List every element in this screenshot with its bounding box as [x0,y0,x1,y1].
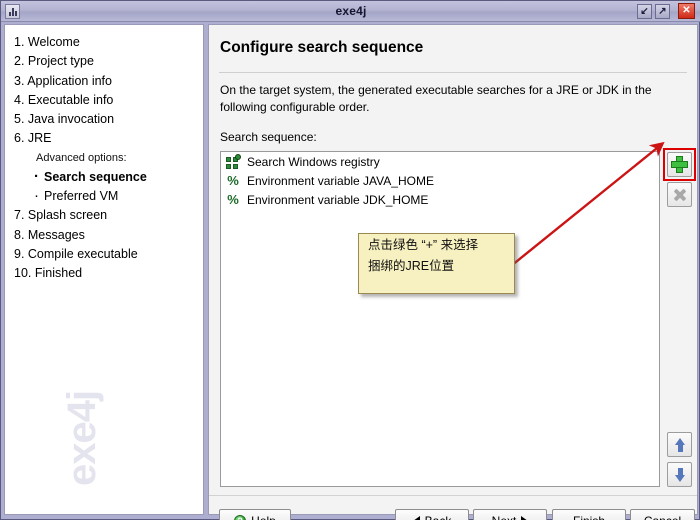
back-button-label: Back [425,514,452,520]
list-item-label: Environment variable JDK_HOME [247,192,429,207]
list-item[interactable]: % Environment variable JDK_HOME [221,190,659,209]
sidebar-item-project-type[interactable]: 2. Project type [14,52,199,71]
help-button[interactable]: ? Help [219,509,291,520]
window-title: exe4j [335,4,367,18]
list-item-label: Environment variable JAVA_HOME [247,173,434,188]
wizard-step-list: 1. Welcome 2. Project type 3. Applicatio… [14,33,199,284]
sidebar-item-executable-info[interactable]: 4. Executable info [14,91,199,110]
wizard-sidebar: 1. Welcome 2. Project type 3. Applicatio… [4,24,204,515]
gray-x-icon [672,187,687,202]
sidebar-item-messages[interactable]: 8. Messages [14,226,199,245]
sidebar-advanced-options-heading: Advanced options: [36,151,127,164]
resize-grip[interactable] [683,505,695,517]
move-up-button[interactable] [667,432,692,457]
chevron-right-icon [521,515,529,520]
search-sequence-list[interactable]: Search Windows registry % Environment va… [220,151,660,487]
title-divider [219,72,687,73]
green-plus-icon [671,156,688,173]
intro-text: On the target system, the generated exec… [220,83,652,114]
list-item[interactable]: % Environment variable JAVA_HOME [221,171,659,190]
blue-arrow-down-icon [675,467,685,483]
finish-button[interactable]: Finish [552,509,626,520]
sidebar-item-preferred-vm[interactable]: Preferred VM [14,186,199,206]
minimize-button[interactable]: ↙ [637,4,652,19]
footer-divider [209,495,697,496]
exe4j-watermark: exe4j [60,372,201,492]
sidebar-item-finished[interactable]: 10. Finished [14,264,199,283]
sidebar-item-compile-executable[interactable]: 9. Compile executable [14,245,199,264]
sidebar-item-search-sequence[interactable]: Search sequence [14,167,199,187]
sidebar-item-application-info[interactable]: 3. Application info [14,72,199,91]
blue-arrow-up-icon [675,437,685,453]
finish-button-label: Finish [573,514,605,520]
search-sequence-label: Search sequence: [220,130,317,144]
registry-icon [225,153,241,170]
watermark-text: exe4j [60,390,104,486]
back-button[interactable]: Back [395,509,469,520]
close-button[interactable]: ✕ [678,3,695,19]
callout-line-2: 捆绑的JRE位置 [368,259,455,273]
chevron-left-icon [412,515,420,520]
help-button-label: Help [251,514,276,520]
percent-icon: % [227,191,239,207]
page-title: Configure search sequence [220,39,424,56]
application-window: exe4j ↙ ↗ ✕ 1. Welcome 2. Project type 3… [0,0,700,520]
next-button-label: Next [492,514,517,520]
title-bar[interactable]: exe4j ↙ ↗ ✕ [1,1,700,22]
annotation-callout: 点击绿色 “+” 来选择 捆绑的JRE位置 [358,233,515,294]
sidebar-item-splash-screen[interactable]: 7. Splash screen [14,206,199,225]
sidebar-item-welcome[interactable]: 1. Welcome [14,33,199,52]
sidebar-item-jre[interactable]: 6. JRE [14,129,199,148]
percent-icon: % [227,172,239,188]
list-item[interactable]: Search Windows registry [221,152,659,171]
sidebar-item-java-invocation[interactable]: 5. Java invocation [14,110,199,129]
maximize-button[interactable]: ↗ [655,4,670,19]
list-item-label: Search Windows registry [247,154,380,169]
remove-entry-button[interactable] [667,182,692,207]
help-icon: ? [234,514,247,520]
next-button[interactable]: Next [473,509,547,520]
move-down-button[interactable] [667,462,692,487]
cancel-button-label: Cancel [644,514,681,520]
callout-line-1: 点击绿色 “+” 来选择 [368,238,479,252]
add-entry-button[interactable] [667,152,692,177]
